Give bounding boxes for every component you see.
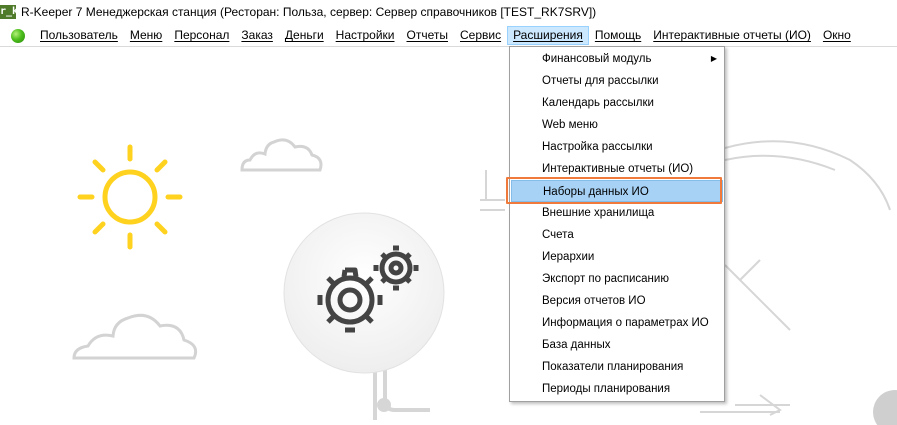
menu-user[interactable]: Пользователь [34,26,124,45]
dropdown-item-mailing-calendar[interactable]: Календарь рассылки [511,92,723,114]
cloud-illustration [72,313,198,360]
gears-illustration [283,212,445,374]
menu-bar: Пользователь Меню Персонал Заказ Деньги … [0,25,897,46]
dropdown-item-mailing-reports[interactable]: Отчеты для рассылки [511,70,723,92]
menu-extensions[interactable]: Расширения [507,26,589,45]
dropdown-item-financial-module[interactable]: Финансовый модуль ▶ [511,48,723,70]
menu-interactive-reports[interactable]: Интерактивные отчеты (ИО) [647,26,817,45]
submenu-arrow-icon: ▶ [710,54,717,63]
connection-status-icon [11,28,25,43]
dropdown-item-io-reports-version[interactable]: Версия отчетов ИО [511,290,723,312]
dropdown-item-io-parameters-info[interactable]: Информация о параметрах ИО [511,312,723,334]
app-icon: r_k [0,5,19,19]
dropdown-item-hierarchies[interactable]: Иерархии [511,246,723,268]
menu-reports[interactable]: Отчеты [401,26,454,45]
dropdown-item-planning-periods[interactable]: Периоды планирования [511,378,723,400]
cloud-illustration [240,138,323,172]
menu-money[interactable]: Деньги [279,26,330,45]
menu-menu[interactable]: Меню [124,26,168,45]
menu-order[interactable]: Заказ [235,26,278,45]
dropdown-item-mailing-settings[interactable]: Настройка рассылки [511,136,723,158]
menu-help[interactable]: Помощь [589,26,647,45]
dropdown-item-label: Финансовый модуль [542,53,652,65]
dropdown-item-database[interactable]: База данных [511,334,723,356]
menu-window[interactable]: Окно [817,26,857,45]
title-bar: r_k R-Keeper 7 Менеджерская станция (Рес… [0,0,897,24]
menu-service[interactable]: Сервис [454,26,507,45]
dropdown-item-planning-indicators[interactable]: Показатели планирования [511,356,723,378]
extensions-dropdown-menu: Финансовый модуль ▶ Отчеты для рассылки … [509,46,725,402]
menu-bar-divider [0,46,897,47]
desktop-background [0,48,897,425]
dropdown-item-web-menu[interactable]: Web меню [511,114,723,136]
sun-illustration [77,144,183,250]
window-title: R-Keeper 7 Менеджерская станция (Рестора… [21,5,597,19]
menu-staff[interactable]: Персонал [168,26,235,45]
dropdown-item-external-storage[interactable]: Внешние хранилища [511,202,723,224]
dropdown-item-accounts[interactable]: Счета [511,224,723,246]
menu-settings[interactable]: Настройки [330,26,401,45]
highlight-callout-frame [506,177,722,204]
dropdown-item-scheduled-export[interactable]: Экспорт по расписанию [511,268,723,290]
